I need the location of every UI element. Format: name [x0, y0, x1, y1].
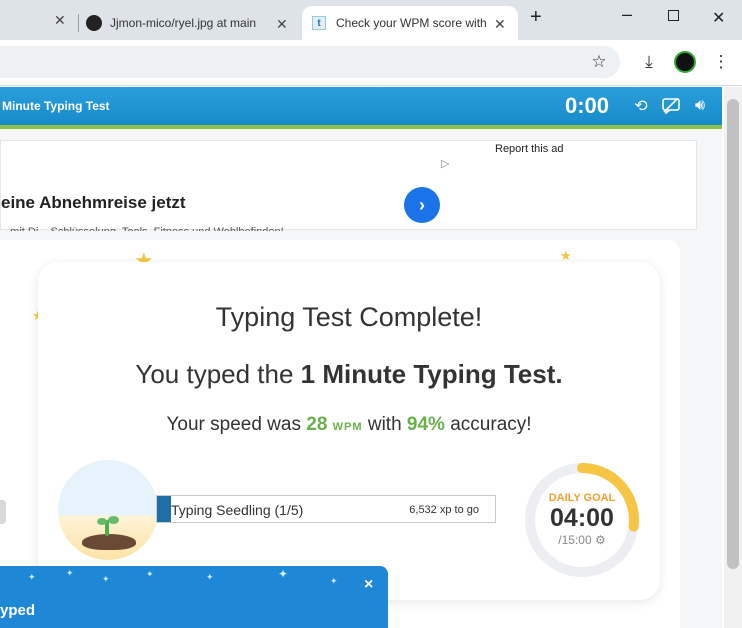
- subtitle-prefix: You typed the: [135, 359, 301, 389]
- sparkle-icon: ✦: [146, 569, 154, 579]
- site-title[interactable]: Minute Typing Test: [2, 99, 110, 113]
- tab-github[interactable]: Jjmon-mico/ryel.jpg at main ✕: [86, 6, 296, 40]
- page-scrollbar[interactable]: [724, 87, 742, 628]
- test-name: 1 Minute Typing Test.: [300, 359, 563, 389]
- speed-suffix: accuracy!: [444, 414, 532, 435]
- timer: 0:00: [565, 93, 610, 118]
- daily-goal-total-value: /15:00: [558, 533, 592, 547]
- result-subtitle: You typed the 1 Minute Typing Test.: [38, 359, 660, 390]
- tab-strip: ✕ Jjmon-mico/ryel.jpg at main ✕ t Check …: [0, 0, 742, 40]
- daily-goal-total: /15:00 ⚙: [522, 533, 642, 547]
- site-header: Minute Typing Test 0:00 ⟲ 🔊︎: [0, 87, 722, 125]
- leaf-icon: [108, 516, 119, 524]
- sparkle-icon: ✦: [102, 574, 110, 584]
- address-bar-row: ☆ ⤓ ⋮: [0, 40, 742, 86]
- close-icon[interactable]: ✕: [712, 8, 725, 28]
- tab-separator: [78, 14, 79, 32]
- daily-goal-label: DAILY GOAL: [548, 492, 616, 504]
- sparkle-icon: ✦: [66, 568, 74, 578]
- avatar[interactable]: [674, 51, 696, 73]
- tab-title: Check your WPM score with: [336, 16, 487, 30]
- speed-summary: Your speed was 28 WPM with 94% accuracy!: [38, 414, 660, 436]
- scrollbar-thumb[interactable]: [727, 99, 739, 569]
- kebab-menu-icon[interactable]: ⋮: [711, 52, 731, 72]
- bottom-popup[interactable]: ✦ ✦ ✦ ✦ ✦ ✦ ✦ yped ×: [0, 566, 388, 628]
- soil-icon: [82, 534, 136, 550]
- wpm-value: 28: [306, 414, 328, 435]
- daily-goal-time: 04:00: [550, 504, 614, 532]
- tab-close-icon[interactable]: ✕: [54, 12, 66, 29]
- sparkle-icon: ✦: [28, 572, 36, 582]
- level-name: Typing Seedling (1/5): [171, 502, 304, 518]
- ad-choices-icon[interactable]: ▷: [441, 157, 449, 170]
- xp-to-go: 6,532 xp to go: [409, 504, 479, 516]
- popup-close-button[interactable]: ×: [364, 576, 373, 594]
- leaf-icon: [97, 518, 107, 525]
- tab-close-icon[interactable]: ✕: [494, 16, 506, 33]
- restore-icon[interactable]: [668, 10, 679, 21]
- ad-headline[interactable]: eine Abnehmreise jetzt: [1, 193, 186, 213]
- speed-middle: with: [362, 414, 407, 435]
- ad-banner[interactable]: Report this ad ▷ eine Abnehmreise jetzt …: [0, 140, 697, 231]
- level-progress-fill: [157, 496, 171, 522]
- report-ad-link[interactable]: Report this ad: [495, 143, 563, 155]
- sparkle-icon: ✦: [278, 567, 289, 581]
- result-title: Typing Test Complete!: [215, 302, 483, 332]
- comment-off-icon[interactable]: [661, 96, 681, 116]
- new-tab-button[interactable]: +: [530, 6, 542, 29]
- gear-icon[interactable]: ⚙: [595, 533, 606, 547]
- sparkle-icon: ✦: [206, 572, 214, 582]
- volume-icon[interactable]: 🔊︎: [690, 96, 710, 116]
- level-avatar: [58, 460, 158, 560]
- typing-site-favicon-icon: t: [312, 16, 326, 30]
- star-icon[interactable]: ☆: [589, 52, 609, 72]
- popup-title: yped: [0, 602, 36, 619]
- omnibox[interactable]: [0, 46, 620, 78]
- github-icon: [86, 15, 102, 31]
- tab-typing-test[interactable]: t Check your WPM score with ✕: [302, 6, 518, 40]
- ad-subline: ...mit Di... Schlüsselung, Tools, Fitnes…: [1, 226, 341, 231]
- tab-title: Jjmon-mico/ryel.jpg at main: [110, 16, 257, 30]
- accuracy-value: 94%: [406, 414, 445, 435]
- wpm-unit: WPM: [332, 421, 363, 433]
- history-icon[interactable]: ⟲: [631, 96, 651, 116]
- ad-arrow-button[interactable]: ›: [404, 187, 440, 223]
- side-handle: [0, 500, 6, 524]
- level-progress-bar: Typing Seedling (1/5) 6,532 xp to go: [156, 495, 496, 523]
- tab-close-icon[interactable]: ✕: [276, 16, 288, 33]
- screen: ✕ Jjmon-mico/ryel.jpg at main ✕ t Check …: [0, 0, 742, 628]
- speed-prefix: Your speed was: [166, 414, 307, 435]
- minimize-icon[interactable]: –: [622, 4, 632, 25]
- download-icon[interactable]: ⤓: [639, 52, 659, 72]
- sparkle-icon: ✦: [330, 576, 338, 586]
